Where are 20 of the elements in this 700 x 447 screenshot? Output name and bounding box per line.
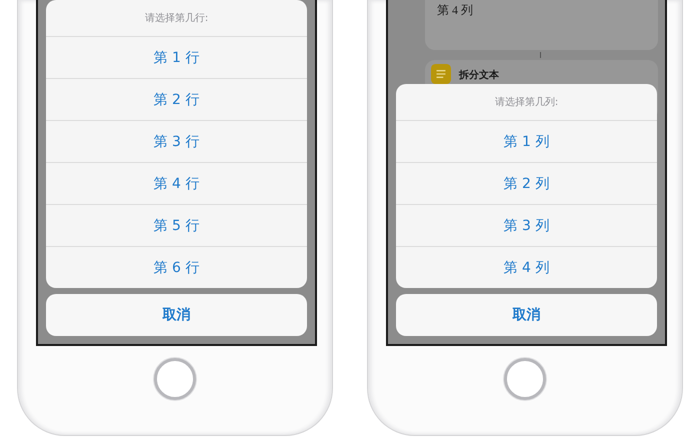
cancel-button[interactable]: 取消 (396, 294, 657, 336)
action-title: 拆分文本 (459, 68, 499, 82)
sheet-title: 请选择第几行: (46, 0, 307, 37)
option-button[interactable]: 第 1 列 (396, 121, 657, 163)
cancel-button[interactable]: 取消 (46, 294, 307, 336)
home-button[interactable] (154, 358, 196, 400)
option-button[interactable]: 第 3 列 (396, 205, 657, 247)
option-button[interactable]: 第 2 行 (46, 79, 307, 121)
text-icon (431, 64, 451, 84)
result-text: 第 4 列 (437, 2, 474, 19)
option-button[interactable]: 第 1 行 (46, 37, 307, 79)
home-button[interactable] (504, 358, 546, 400)
option-button[interactable]: 第 4 列 (396, 247, 657, 288)
option-button[interactable]: 第 6 行 (46, 247, 307, 288)
option-button[interactable]: 第 5 行 (46, 205, 307, 247)
option-button[interactable]: 第 4 行 (46, 163, 307, 205)
sheet-title: 请选择第几列: (396, 84, 657, 121)
option-button[interactable]: 第 3 行 (46, 121, 307, 163)
option-button[interactable]: 第 2 列 (396, 163, 657, 205)
connector-line (540, 52, 541, 58)
